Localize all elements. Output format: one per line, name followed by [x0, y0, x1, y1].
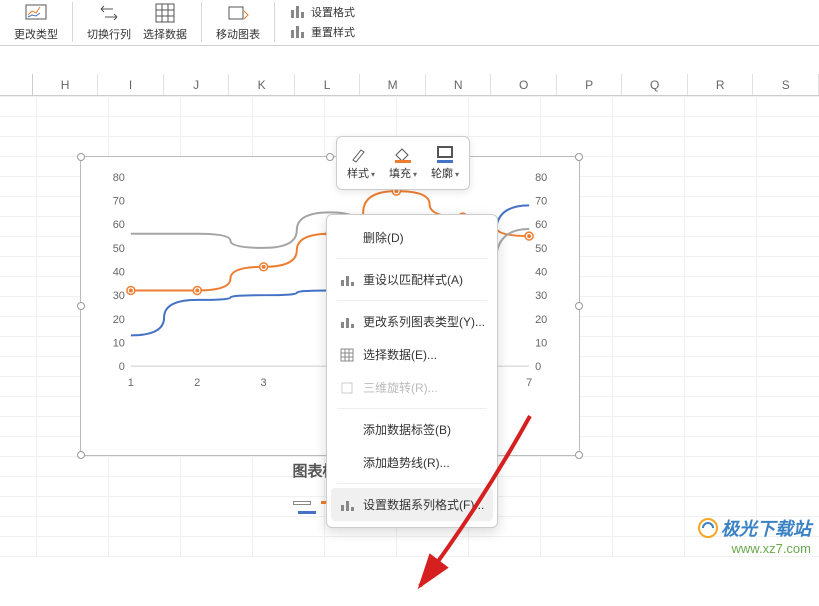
- resize-handle[interactable]: [575, 451, 583, 459]
- move-chart-button[interactable]: 移动图表: [210, 2, 266, 42]
- column-header[interactable]: O: [491, 74, 557, 95]
- menu-add-label[interactable]: 添加数据标签(B): [327, 413, 497, 446]
- svg-text:30: 30: [113, 290, 125, 302]
- mini-toolbar: 样式▾ 填充▾ 轮廓▾: [336, 136, 470, 190]
- switch-row-col-button[interactable]: 切换行列: [81, 2, 137, 42]
- menu-change-type[interactable]: 更改系列图表类型(Y)...: [327, 305, 497, 338]
- move-chart-icon: [226, 2, 250, 24]
- context-menu: 删除(D) 重设以匹配样式(A) 更改系列图表类型(Y)... 选择数据(E).…: [326, 214, 498, 528]
- svg-text:40: 40: [535, 267, 547, 279]
- column-header[interactable]: K: [229, 74, 295, 95]
- rotate-icon: [339, 380, 355, 396]
- svg-text:60: 60: [113, 219, 125, 231]
- svg-text:7: 7: [526, 377, 532, 389]
- fill-button[interactable]: 填充▾: [389, 145, 417, 181]
- svg-text:3: 3: [261, 377, 267, 389]
- set-format-button[interactable]: 设置格式: [283, 2, 361, 20]
- grid-icon: [153, 2, 177, 24]
- column-headers: HIJKLMNOPQRS: [0, 74, 819, 96]
- column-header[interactable]: R: [688, 74, 754, 95]
- bucket-icon: [392, 145, 414, 163]
- resize-handle[interactable]: [77, 451, 85, 459]
- resize-handle[interactable]: [77, 153, 85, 161]
- select-data-button[interactable]: 选择数据: [137, 2, 193, 42]
- svg-text:30: 30: [535, 290, 547, 302]
- change-chart-type-button[interactable]: 更改类型: [8, 2, 64, 42]
- svg-text:10: 10: [535, 337, 547, 349]
- menu-3d-rotate: 三维旋转(R)...: [327, 371, 497, 404]
- column-header[interactable]: J: [164, 74, 230, 95]
- switch-icon: [97, 2, 121, 24]
- column-header[interactable]: N: [426, 74, 492, 95]
- brush-icon: [350, 145, 372, 163]
- format-series-icon: [339, 497, 355, 513]
- outline-icon: [434, 145, 456, 163]
- menu-select-data[interactable]: 选择数据(E)...: [327, 338, 497, 371]
- menu-reset-match[interactable]: 重设以匹配样式(A): [327, 263, 497, 296]
- svg-text:80: 80: [535, 172, 547, 184]
- reset-icon: [289, 22, 307, 40]
- chart-icon: [339, 314, 355, 330]
- svg-text:1: 1: [128, 377, 134, 389]
- outline-button[interactable]: 轮廓▾: [431, 145, 459, 181]
- svg-text:70: 70: [113, 196, 125, 208]
- watermark: 极光下载站 www.xz7.com: [697, 515, 811, 556]
- svg-text:10: 10: [113, 337, 125, 349]
- menu-add-trendline[interactable]: 添加趋势线(R)...: [327, 446, 497, 479]
- menu-format-series[interactable]: 设置数据系列格式(F)...: [331, 488, 493, 521]
- svg-text:2: 2: [194, 377, 200, 389]
- style-button[interactable]: 样式▾: [347, 145, 375, 181]
- column-header[interactable]: I: [98, 74, 164, 95]
- svg-text:70: 70: [535, 196, 547, 208]
- column-header[interactable]: L: [295, 74, 361, 95]
- resize-handle[interactable]: [575, 153, 583, 161]
- ribbon: 更改类型 切换行列 选择数据 移动图表 设置格式 重置样式: [0, 0, 819, 46]
- table-icon: [339, 347, 355, 363]
- svg-text:40: 40: [113, 267, 125, 279]
- chart-type-icon: [24, 2, 48, 24]
- svg-text:0: 0: [535, 361, 541, 373]
- legend-item[interactable]: [293, 501, 311, 505]
- menu-delete[interactable]: 删除(D): [327, 221, 497, 254]
- svg-text:50: 50: [113, 243, 125, 255]
- svg-text:20: 20: [113, 314, 125, 326]
- resize-handle[interactable]: [575, 302, 583, 310]
- reset-match-icon: [339, 272, 355, 288]
- resize-handle[interactable]: [77, 302, 85, 310]
- column-header[interactable]: M: [360, 74, 426, 95]
- column-header[interactable]: P: [557, 74, 623, 95]
- resize-handle[interactable]: [326, 153, 334, 161]
- svg-text:80: 80: [113, 172, 125, 184]
- svg-text:50: 50: [535, 243, 547, 255]
- svg-text:60: 60: [535, 219, 547, 231]
- column-header[interactable]: H: [33, 74, 99, 95]
- reset-style-button[interactable]: 重置样式: [283, 22, 361, 40]
- svg-text:0: 0: [119, 361, 125, 373]
- column-header[interactable]: S: [753, 74, 819, 95]
- format-icon: [289, 2, 307, 20]
- column-header[interactable]: Q: [622, 74, 688, 95]
- svg-text:20: 20: [535, 314, 547, 326]
- spreadsheet-grid[interactable]: 01020304050607080 01020304050607080 1234…: [0, 96, 819, 556]
